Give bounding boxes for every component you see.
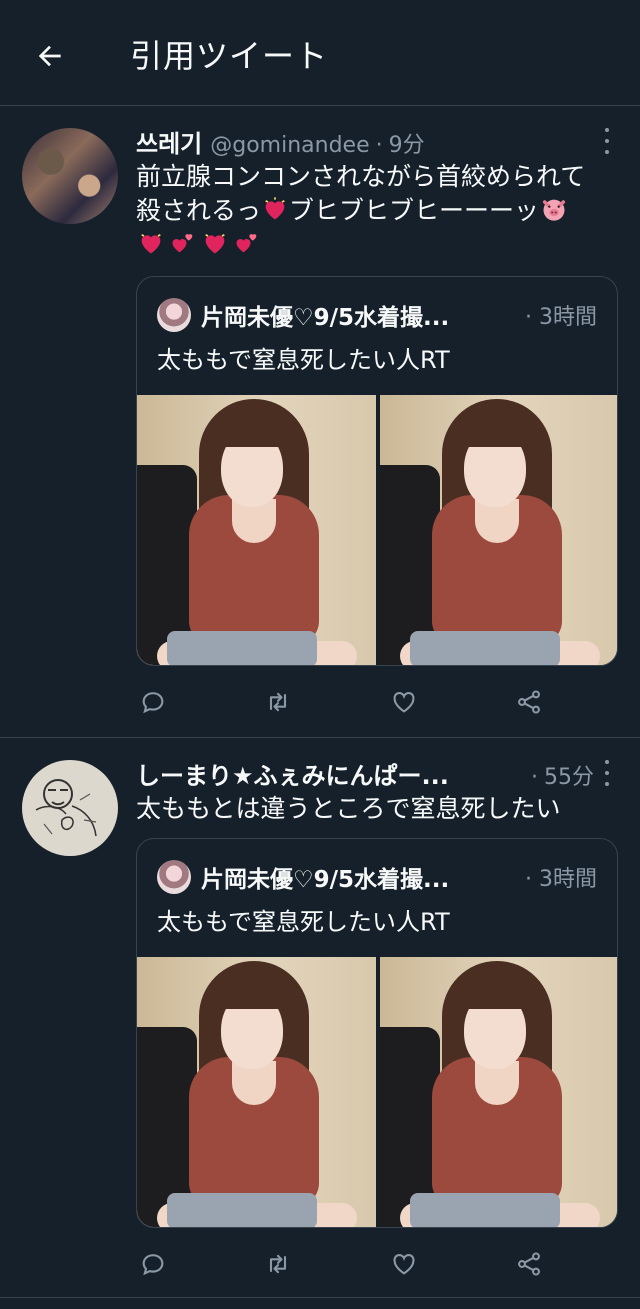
more-button[interactable]	[602, 760, 612, 786]
quoted-tweet-header: 片岡未優♡9/5水着撮... · 3時間	[157, 297, 597, 333]
retweet-button[interactable]	[261, 685, 295, 719]
retweet-icon	[270, 1254, 287, 1274]
quoted-tweet[interactable]: 片岡未優♡9/5水着撮... · 3時間 太ももで窒息死したい人RT	[136, 838, 618, 1228]
sketch-avatar-image	[35, 779, 97, 837]
share-button[interactable]	[512, 685, 546, 719]
arrow-left-icon	[38, 45, 61, 67]
quoted-avatar	[157, 860, 191, 894]
photo[interactable]	[137, 395, 376, 665]
reply-icon	[142, 692, 164, 714]
more-icon	[605, 760, 609, 764]
tweet-actions	[136, 682, 546, 722]
photo[interactable]	[380, 395, 617, 665]
quoted-media	[137, 395, 617, 665]
more-button[interactable]	[602, 128, 612, 154]
revolving-hearts-emoji	[172, 234, 193, 253]
reply-button[interactable]	[136, 1247, 170, 1281]
pig-face-emoji	[542, 199, 566, 221]
retweet-button[interactable]	[261, 1247, 295, 1281]
quoted-timestamp: · 3時間	[525, 867, 597, 892]
revolving-hearts-emoji	[236, 234, 257, 253]
share-icon	[518, 690, 540, 714]
tweet-actions	[136, 1244, 546, 1284]
quoted-tweet-header: 片岡未優♡9/5水着撮... · 3時間	[157, 859, 597, 895]
tweet[interactable]: 쓰레기 @gominandee · 9分 前立腺コンコンされながら首絞められて …	[0, 106, 640, 738]
display-name[interactable]: しーまり★ふぇみにんぱー...	[136, 756, 449, 790]
quoted-display-name: 片岡未優♡9/5水着撮...	[201, 305, 450, 331]
quoted-tweet-text: 太ももで窒息死したい人RT	[157, 908, 450, 936]
back-button[interactable]	[28, 34, 72, 78]
heart-icon	[393, 692, 415, 713]
tweet-text-line2a: 殺されるっ	[136, 196, 262, 225]
page-title: 引用ツイート	[130, 37, 329, 75]
quoted-media	[137, 957, 617, 1227]
retweet-icon	[270, 692, 287, 712]
avatar[interactable]	[22, 128, 118, 224]
more-icon	[605, 128, 609, 132]
tweet-header: しーまり★ふぇみにんぱー... · 55分	[136, 756, 594, 790]
emoji-line	[136, 230, 264, 259]
tweet-text: 前立腺コンコンされながら首絞められて 殺されるっ ブヒブヒブヒーーーッ	[136, 160, 620, 262]
tweet-text-line1: 前立腺コンコンされながら首絞められて	[136, 162, 586, 191]
quoted-display-name: 片岡未優♡9/5水着撮...	[201, 867, 450, 893]
top-bar: 引用ツイート	[0, 0, 640, 106]
tweet-text: 太ももとは違うところで窒息死したい	[136, 794, 561, 823]
like-button[interactable]	[387, 685, 421, 719]
reply-icon	[142, 1254, 164, 1276]
timestamp[interactable]: 9分	[389, 127, 425, 158]
quoted-timestamp: · 3時間	[525, 305, 597, 330]
share-icon	[518, 1252, 540, 1276]
like-button[interactable]	[387, 1247, 421, 1281]
quoted-tweet-text: 太ももで窒息死したい人RT	[157, 346, 450, 374]
tweet-text-line2b: ブヒブヒブヒーーーッ	[289, 196, 540, 225]
photo[interactable]	[137, 957, 376, 1227]
quoted-avatar	[157, 298, 191, 332]
timestamp[interactable]: 55分	[544, 765, 594, 790]
sparkling-heart-emoji	[205, 234, 225, 254]
sparkling-heart-emoji	[141, 234, 161, 254]
photo[interactable]	[380, 957, 617, 1227]
quoted-tweet[interactable]: 片岡未優♡9/5水着撮... · 3時間 太ももで窒息死したい人RT	[136, 276, 618, 666]
tweet[interactable]: しーまり★ふぇみにんぱー... · 55分 太ももとは違うところで窒息死したい 片…	[0, 738, 640, 1298]
heart-icon	[393, 1254, 415, 1275]
sparkling-heart-emoji	[265, 197, 285, 220]
display-name[interactable]: 쓰레기	[136, 124, 202, 158]
username[interactable]: @gominandee	[210, 133, 369, 158]
share-button[interactable]	[512, 1247, 546, 1281]
tweet-header: 쓰레기 @gominandee · 9分	[136, 124, 594, 158]
tweet-meta: · 55分	[531, 765, 594, 790]
reply-button[interactable]	[136, 685, 170, 719]
separator: ·	[375, 133, 383, 158]
avatar[interactable]	[22, 760, 118, 856]
